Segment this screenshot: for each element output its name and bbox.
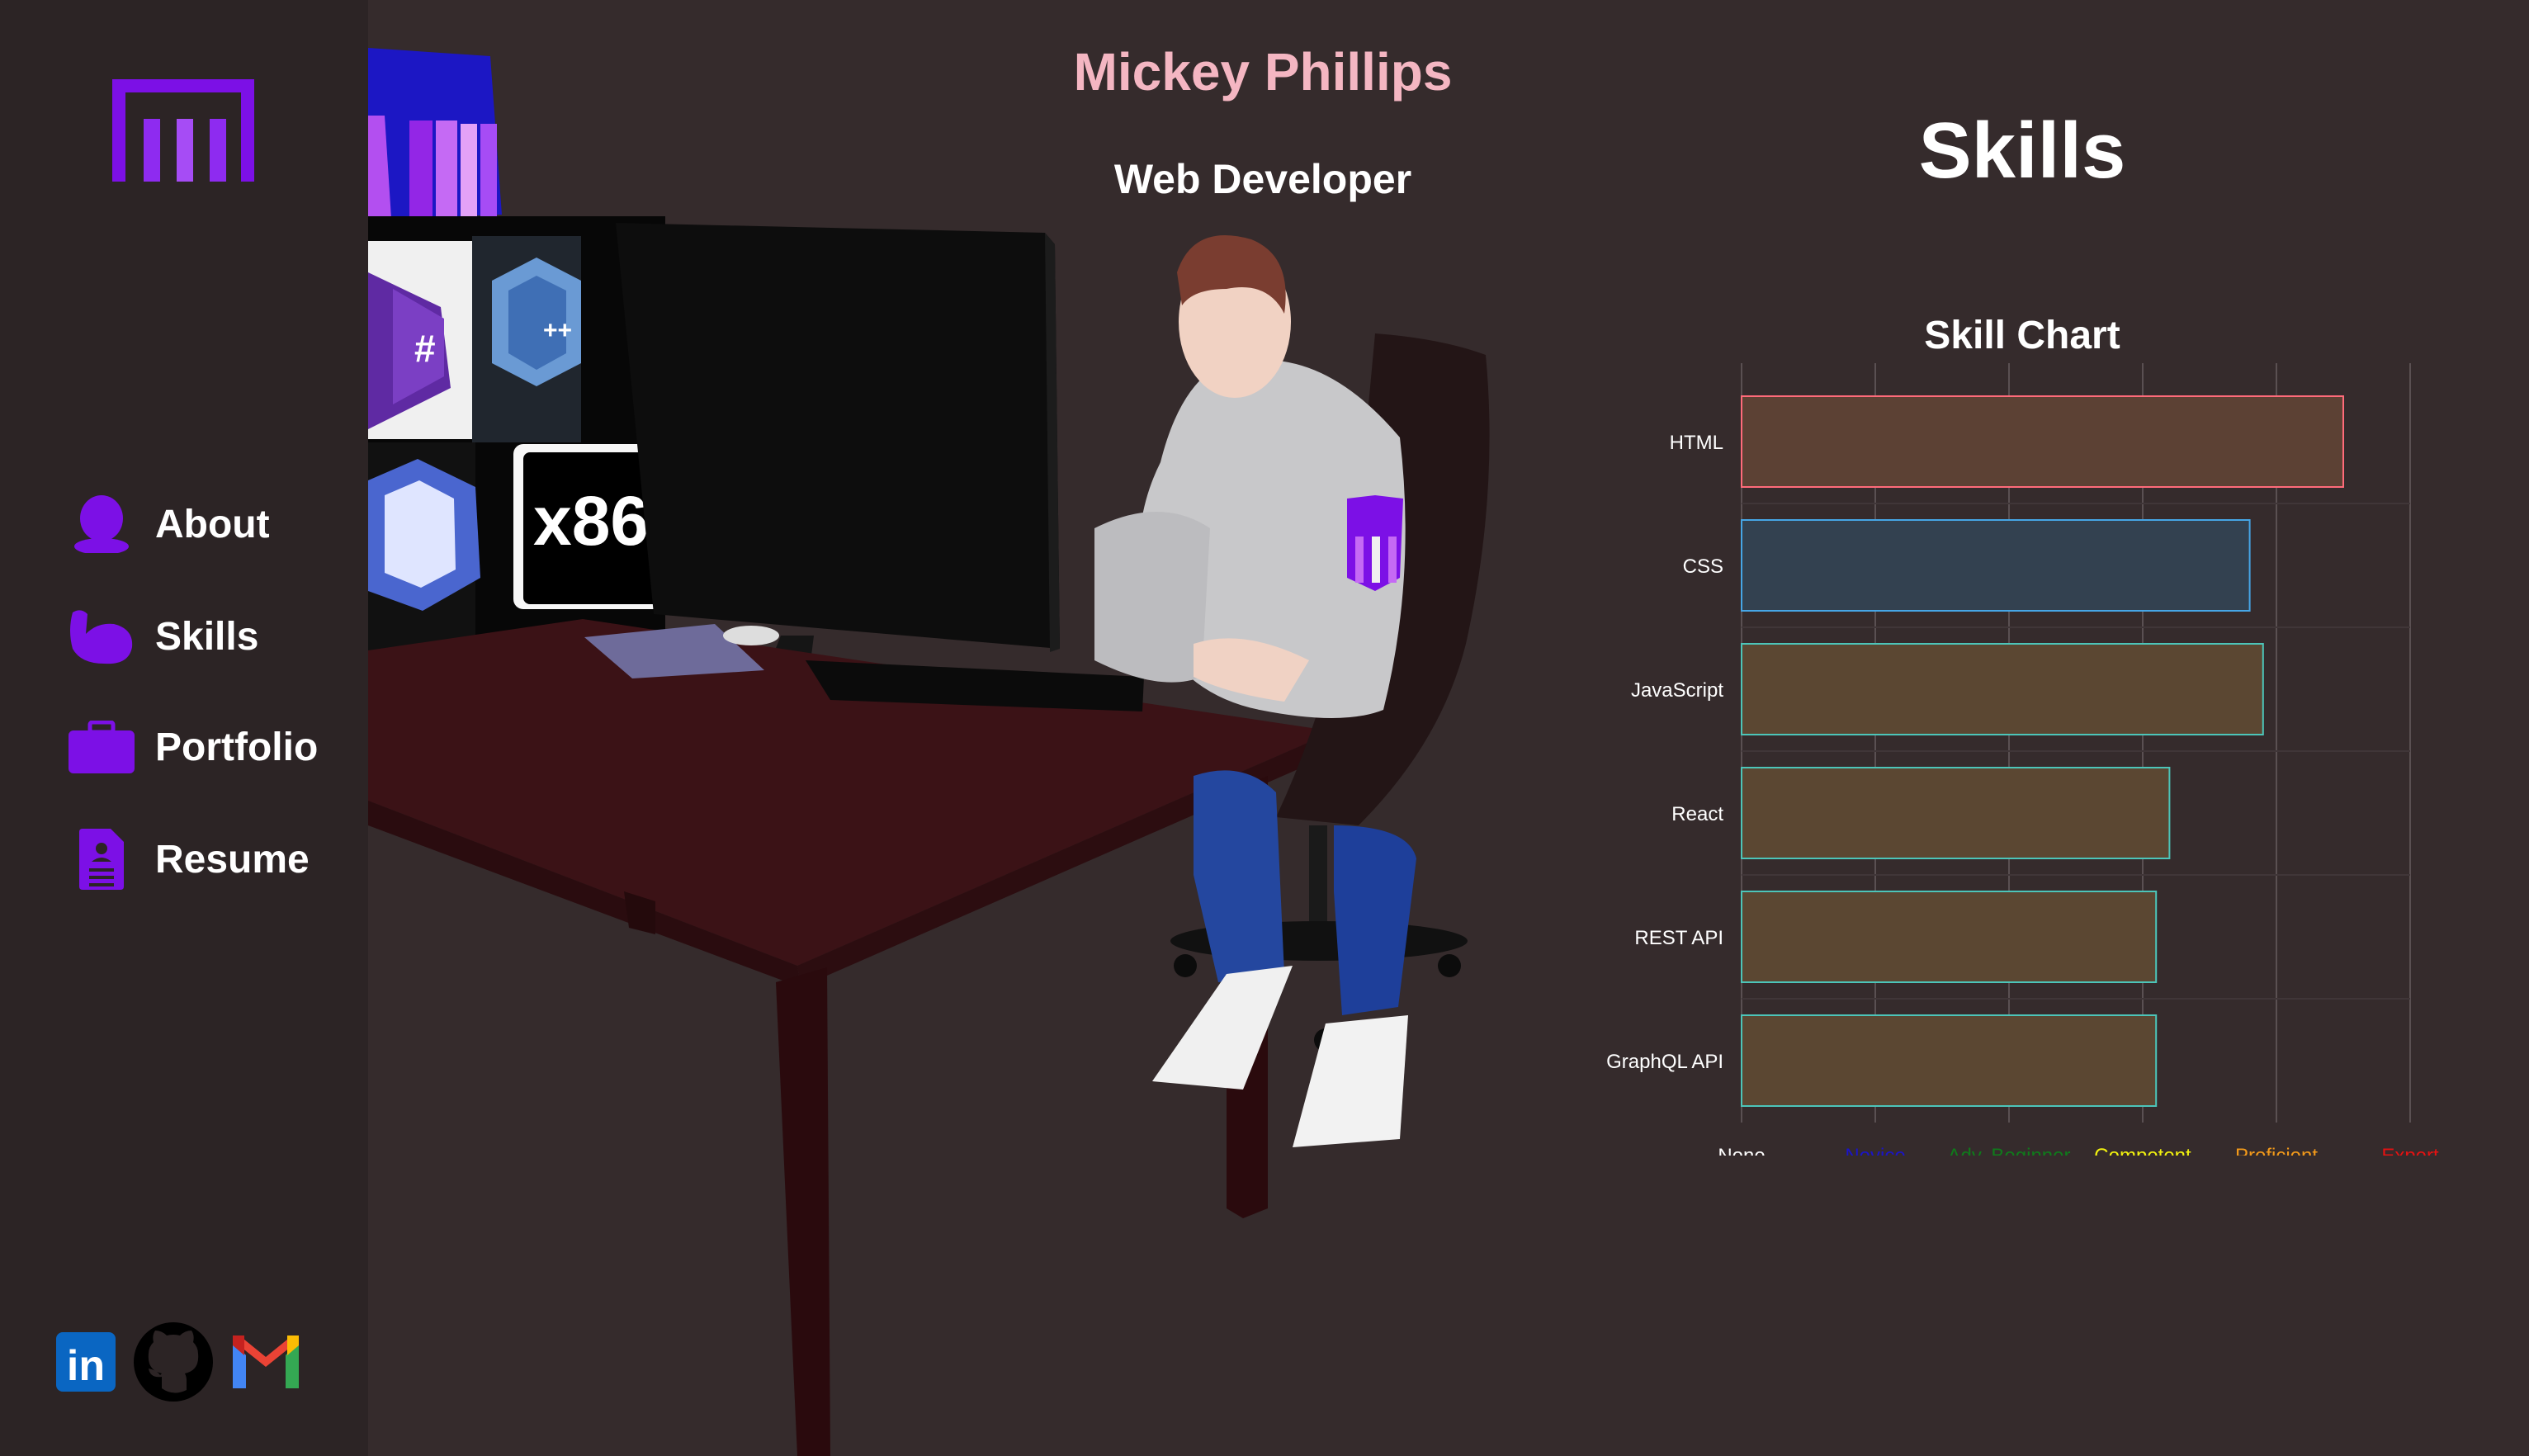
y-category-label: HTML <box>1670 432 1723 454</box>
mp-logo-icon[interactable] <box>112 79 254 186</box>
resume-icon <box>66 824 137 895</box>
nav-skills[interactable]: Skills <box>66 599 258 674</box>
csharp-tile-text: # <box>414 327 436 370</box>
y-category-label: JavaScript <box>1631 679 1723 702</box>
nav-portfolio-label: Portfolio <box>155 725 319 769</box>
y-category-label: REST API <box>1634 927 1723 949</box>
linkedin-text: in <box>67 1342 105 1390</box>
skills-heading: Skills <box>1918 106 2126 195</box>
bookshelf-books <box>368 48 502 220</box>
chart-x-labels: None Novice Adv. Beginner Competent Proficie… <box>1718 1145 2439 1156</box>
x-tick-label: Competent <box>2094 1145 2191 1156</box>
hero-role: Web Developer <box>1113 156 1412 202</box>
bar-html[interactable] <box>1741 395 2344 488</box>
gmail-icon[interactable] <box>229 1334 302 1394</box>
x-tick-label: Adv. Beginner <box>1948 1145 2071 1156</box>
sidebar: About Skills Portfolio Resume in <box>0 0 368 1456</box>
nav-resume-label: Resume <box>155 837 310 882</box>
developer-desk-scene: # ++ x86 <box>368 48 1490 1456</box>
hero-name: Mickey Phillips <box>1073 42 1453 102</box>
y-category-label: CSS <box>1683 555 1723 578</box>
nav-resume[interactable]: Resume <box>66 822 310 896</box>
nav-portfolio[interactable]: Portfolio <box>66 710 318 784</box>
nav-about-label: About <box>155 502 270 546</box>
chart-y-labels: HTML CSS JavaScript React REST API GraphQL AP… <box>1606 432 1723 1073</box>
person-icon <box>66 489 137 560</box>
linkedin-icon[interactable]: in <box>54 1331 117 1397</box>
flexed-arm-icon <box>66 601 137 672</box>
chart-title: Skill Chart <box>1924 314 2120 357</box>
nav-about[interactable]: About <box>66 487 270 561</box>
bar-react[interactable] <box>1741 767 2171 859</box>
bar-css[interactable] <box>1741 519 2251 612</box>
nav-skills-label: Skills <box>155 614 259 659</box>
x86-tile-text: x86 <box>533 482 649 560</box>
x-tick-label: Novice <box>1845 1145 1905 1156</box>
y-category-label: GraphQL API <box>1606 1051 1723 1073</box>
bar-javascript[interactable] <box>1741 643 2264 735</box>
x-tick-label: Proficient <box>2235 1145 2318 1156</box>
bar-graphql-api[interactable] <box>1741 1014 2158 1107</box>
y-category-label: React <box>1671 803 1723 825</box>
skill-chart: Skill Chart HTML CSS JavaScript React REST A… <box>1606 314 2439 1156</box>
x-tick-label: Expert <box>2381 1145 2439 1156</box>
github-icon[interactable] <box>132 1321 215 1407</box>
bar-rest-api[interactable] <box>1741 891 2158 983</box>
social-links: in <box>54 1321 317 1407</box>
briefcase-icon <box>66 711 137 782</box>
x-tick-label: None <box>1718 1145 1765 1156</box>
cpp-tile-text: ++ <box>543 317 572 344</box>
